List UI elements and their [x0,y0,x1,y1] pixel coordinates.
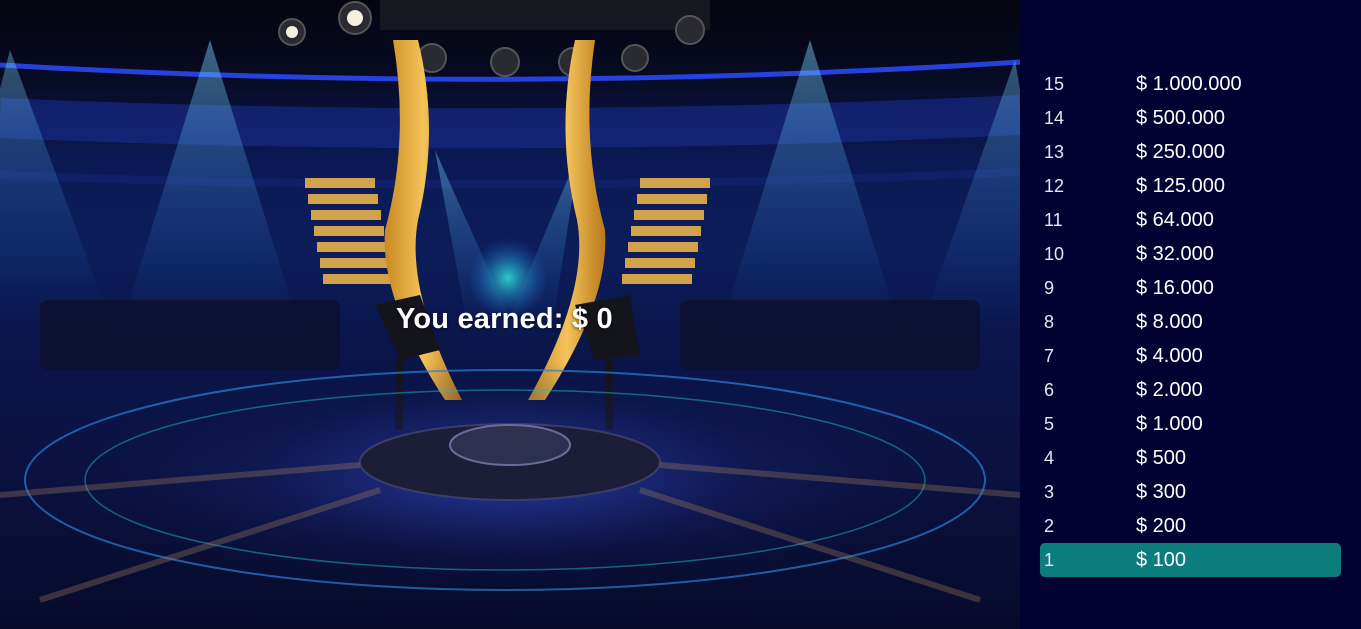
prize-level-number: 15 [1044,73,1065,94]
earnings-message: You earned: $ 0 [396,303,613,336]
prize-level-row: 11 $ 64.000 [1040,203,1341,237]
prize-level-row: 14 $ 500.000 [1040,101,1341,135]
prize-level-number: 4 [1044,447,1055,468]
prize-level-amount: $ 2.000 [1136,378,1203,401]
prize-level-number: 3 [1044,481,1055,502]
prize-level-row-active: 1 $ 100 [1040,543,1341,577]
prize-level-amount: $ 4.000 [1136,344,1203,367]
prize-level-number: 1 [1044,549,1055,570]
prize-level-amount: $ 200 [1136,514,1187,537]
studio-stage: You earned: $ 0 [0,0,1020,629]
prize-level-number: 14 [1044,107,1065,128]
prize-level-number: 7 [1044,345,1055,366]
prize-level-amount: $ 250.000 [1136,140,1225,163]
prize-level-amount: $ 1.000 [1136,412,1203,435]
prize-level-number: 5 [1044,413,1055,434]
money-pyramid: 15 $ 1.000.000 14 $ 500.000 13 $ 250.000 12 $ 1… [1020,0,1361,629]
game-screen: You earned: $ 0 15 $ 1.000.000 14 $ 500.000… [0,0,1361,629]
prize-level-number: 2 [1044,515,1055,536]
prize-level-number: 6 [1044,379,1055,400]
prize-level-number: 10 [1044,243,1065,264]
prize-level-row: 10 $ 32.000 [1040,237,1341,271]
prize-level-amount: $ 32.000 [1136,242,1214,265]
prize-level-row: 12 $ 125.000 [1040,169,1341,203]
prize-level-amount: $ 100 [1136,548,1187,571]
prize-level-row: 2 $ 200 [1040,509,1341,543]
prize-level-amount: $ 500.000 [1136,106,1225,129]
prize-level-amount: $ 125.000 [1136,174,1225,197]
prize-level-row: 15 $ 1.000.000 [1040,67,1341,101]
prize-level-row: 8 $ 8.000 [1040,305,1341,339]
prize-level-number: 12 [1044,175,1065,196]
prize-level-amount: $ 1.000.000 [1136,72,1242,95]
prize-level-number: 9 [1044,277,1055,298]
prize-level-number: 11 [1044,209,1063,230]
earnings-label: You earned: [396,303,564,335]
prize-level-amount: $ 64.000 [1136,208,1214,231]
prize-level-amount: $ 300 [1136,480,1187,503]
prize-level-number: 8 [1044,311,1055,332]
prize-level-row: 13 $ 250.000 [1040,135,1341,169]
prize-level-row: 7 $ 4.000 [1040,339,1341,373]
prize-level-amount: $ 8.000 [1136,310,1203,333]
prize-level-amount: $ 16.000 [1136,276,1214,299]
prize-level-row: 3 $ 300 [1040,475,1341,509]
prize-level-row: 4 $ 500 [1040,441,1341,475]
earnings-amount: $ 0 [571,303,613,335]
prize-level-row: 5 $ 1.000 [1040,407,1341,441]
prize-level-number: 13 [1044,141,1065,162]
prize-level-row: 6 $ 2.000 [1040,373,1341,407]
prize-level-amount: $ 500 [1136,446,1187,469]
prize-ladder: 15 $ 1.000.000 14 $ 500.000 13 $ 250.000 12 $ 1… [1040,67,1341,577]
prize-level-row: 9 $ 16.000 [1040,271,1341,305]
